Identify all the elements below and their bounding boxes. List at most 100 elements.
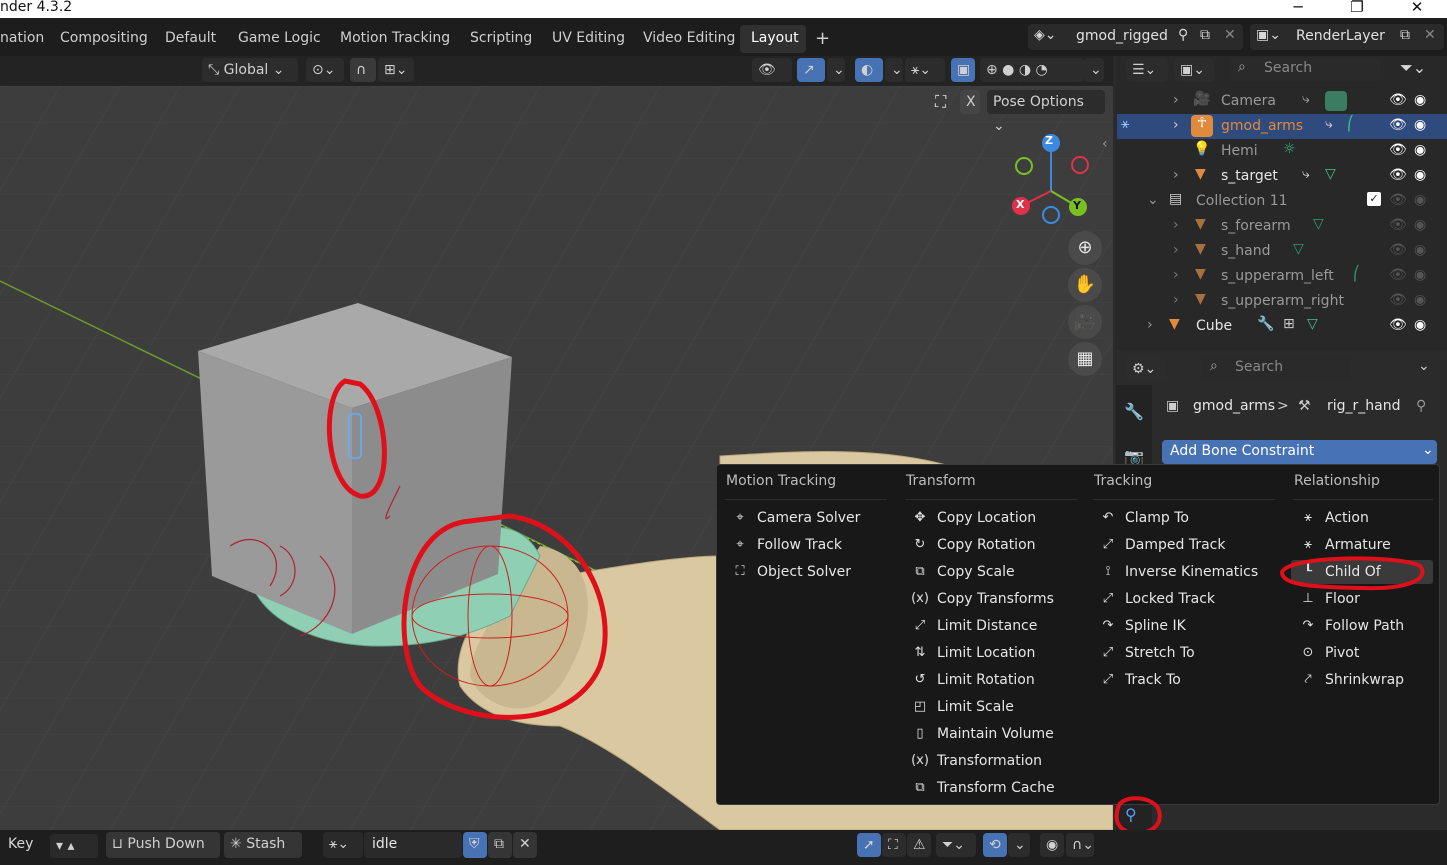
collapse-arrow-icon[interactable]: ⌄ [1147,192,1159,208]
tab-uv-editing[interactable]: UV Editing [552,30,625,46]
tab-game-logic[interactable]: Game Logic [238,30,321,46]
render-camera-icon[interactable]: ◉ [1414,242,1426,258]
properties-search-input[interactable]: ⌕ Search [1202,356,1350,380]
pin-icon[interactable]: ⚲ [1416,398,1426,414]
menu-item-limit-location[interactable]: ⇅ Limit Location [903,641,1078,665]
outliner-row-cube[interactable]: › ▼ Cube 🔧 ⊞ ▽ 👁 ◉ [1117,314,1447,339]
perspective-grid-icon[interactable]: ▦ [1068,342,1102,376]
delete-view-layer-icon[interactable]: ✕ [1424,27,1436,43]
warning-toggle[interactable]: ⚠ [907,833,931,857]
outliner-row-s-target[interactable]: › ▼ s_target ⤷ ▽ 👁 ◉ [1117,164,1447,189]
outliner-row-hemi[interactable]: 💡 Hemi ☼ 👁 ◉ [1117,139,1447,164]
delete-scene-icon[interactable]: ✕ [1224,27,1236,43]
tool-settings-icon[interactable]: 🔧 [1124,402,1144,421]
menu-item-limit-scale[interactable]: ◰ Limit Scale [903,695,1078,719]
sidebar-toggle-arrow[interactable]: ‹ [1102,136,1108,152]
render-camera-icon[interactable]: ◉ [1414,92,1426,108]
maximize-button[interactable]: ❐ [1337,0,1377,16]
render-camera-icon[interactable]: ◉ [1414,292,1426,308]
tab-animation[interactable]: nation [0,30,44,46]
snapping-toggle[interactable]: ⟲ [983,833,1007,857]
menu-item-locked-track[interactable]: ⤢ Locked Track [1091,587,1276,611]
gizmo-dropdown[interactable]: ⌄ [827,58,845,82]
select-tool-toggle[interactable]: ➚ [857,833,881,857]
editor-type-dropdown[interactable]: ⚙⌄ [1126,357,1166,381]
visibility-eye-icon[interactable]: 👁 [1389,92,1407,108]
chevron-down-icon[interactable]: ⌄ [1418,358,1430,374]
expand-arrow-icon[interactable]: › [1173,117,1179,133]
stash-button[interactable]: ✳ Stash [224,832,302,858]
visibility-eye-icon[interactable]: 👁 [1389,267,1407,283]
action-browse-dropdown[interactable]: ⚹⌄ [323,832,363,858]
menu-item-clamp-to[interactable]: ↶ Clamp To [1091,506,1276,530]
menu-item-copy-scale[interactable]: ⧉ Copy Scale [903,560,1078,584]
duplicate-action-button[interactable]: ⧉ [488,832,512,858]
menu-item-spline-ik[interactable]: ↷ Spline IK [1091,614,1276,638]
visibility-eye-icon[interactable]: 👁 [1389,167,1407,183]
expand-arrow-icon[interactable]: › [1173,267,1179,283]
display-mode-dropdown[interactable]: ☰⌄ [1126,58,1168,82]
menu-item-track-to[interactable]: ⤢ Track To [1091,668,1276,692]
visibility-eye-icon[interactable]: 👁 [1389,142,1407,158]
menu-item-follow-path[interactable]: ↷ Follow Path [1291,614,1433,638]
tab-video-editing[interactable]: Video Editing [643,30,735,46]
overlays-toggle[interactable]: ◐ [855,58,883,82]
snap-dropdown[interactable]: ⊞⌄ [378,58,414,82]
visibility-eye-icon[interactable]: 👁 [1389,317,1407,333]
expand-arrow-icon[interactable]: › [1173,217,1179,233]
menu-item-copy-rotation[interactable]: ↻ Copy Rotation [903,533,1078,557]
pin-icon[interactable]: ⚲ [1178,27,1188,43]
menu-item-inverse-kinematics[interactable]: ⟟ Inverse Kinematics [1091,560,1276,584]
scene-selector[interactable]: ◈⌄ gmod_rigged ⚲ ⧉ ✕ [1028,24,1243,50]
menu-item-object-solver[interactable]: ⛶ Object Solver [723,560,888,584]
menu-item-camera-solver[interactable]: ⌖ Camera Solver [723,506,888,530]
outliner-row-collection-11[interactable]: ⌄ ▤ Collection 11 ✓ 👁 ◉ [1117,189,1447,214]
menu-item-maintain-volume[interactable]: ▯ Maintain Volume [903,722,1078,746]
push-down-button[interactable]: ⊔ Push Down [106,832,220,858]
menu-item-floor[interactable]: ⊥ Floor [1291,587,1433,611]
new-scene-icon[interactable]: ⧉ [1200,27,1210,43]
visibility-eye-icon[interactable]: 👁 [1389,292,1407,308]
bone-overlay-dropdown[interactable]: ⚹⌄ [905,58,945,82]
tab-default[interactable]: Default [165,30,216,46]
expand-arrow-icon[interactable]: › [1147,317,1153,333]
close-window-button[interactable]: ✕ [1397,0,1437,16]
shading-dropdown[interactable]: ⌄ [1084,58,1104,82]
menu-item-pivot[interactable]: ⊙ Pivot [1291,641,1433,665]
menu-item-follow-track[interactable]: ⌖ Follow Track [723,533,888,557]
filter-type-dropdown[interactable]: ▣⌄ [1174,58,1214,82]
camera-view-icon[interactable]: 🎥 [1068,305,1102,339]
menu-item-transformation[interactable]: (x) Transformation [903,749,1078,773]
menu-item-copy-location[interactable]: ✥ Copy Location [903,506,1078,530]
render-camera-icon[interactable]: ◉ [1414,192,1426,208]
action-name-field[interactable]: idle [364,832,462,858]
visibility-eye-icon[interactable]: 👁 [1389,242,1407,258]
tab-layout[interactable]: Layout [751,30,799,46]
expand-arrow-icon[interactable]: › [1173,167,1179,183]
hand-pan-icon[interactable]: ✋ [1068,268,1102,302]
snapping-dropdown[interactable]: ⌄ [1008,833,1030,857]
render-camera-icon[interactable]: ◉ [1414,117,1426,133]
menu-item-limit-distance[interactable]: ⤢ Limit Distance [903,614,1078,638]
pose-options-dropdown[interactable]: Pose Options ⌄ [987,90,1105,134]
render-camera-icon[interactable]: ◉ [1414,267,1426,283]
menu-item-transform-cache[interactable]: ⧉ Transform Cache [903,776,1078,800]
filter-dropdown[interactable]: ⏷⌄ [936,833,976,857]
gizmo-toggle[interactable]: ↗ [797,58,825,82]
outliner-row-s-hand[interactable]: › ▼ s_hand ▽ 👁 ◉ [1117,239,1447,264]
new-view-layer-icon[interactable]: ⧉ [1400,27,1410,43]
x-mirror-toggle[interactable]: X [960,90,980,114]
expand-arrow-icon[interactable]: › [1173,92,1179,108]
outliner-row-s-forearm[interactable]: › ▼ s_forearm ▽ 👁 ◉ [1117,214,1447,239]
proportional-toggle[interactable]: ◉ [1040,833,1064,857]
zoom-icon[interactable]: ⊕ [1068,231,1102,265]
menu-item-stretch-to[interactable]: ⤢ Stretch To [1091,641,1276,665]
xray-toggle[interactable]: ▣ [951,58,975,82]
menu-item-shrinkwrap[interactable]: ⤤ Shrinkwrap [1291,668,1433,692]
visibility-eye-icon[interactable]: 👁 [1389,192,1407,208]
nla-arrows[interactable]: ▾ ▴ [50,834,98,858]
menu-item-copy-transforms[interactable]: (x) Copy Transforms [903,587,1078,611]
key-menu[interactable]: Key [8,836,33,852]
outliner-row-s-upperarm-left[interactable]: › ▼ s_upperarm_left ⎛ 👁 ◉ [1117,264,1447,289]
outliner-row-s-upperarm-right[interactable]: › ▼ s_upperarm_right 👁 ◉ [1117,289,1447,314]
